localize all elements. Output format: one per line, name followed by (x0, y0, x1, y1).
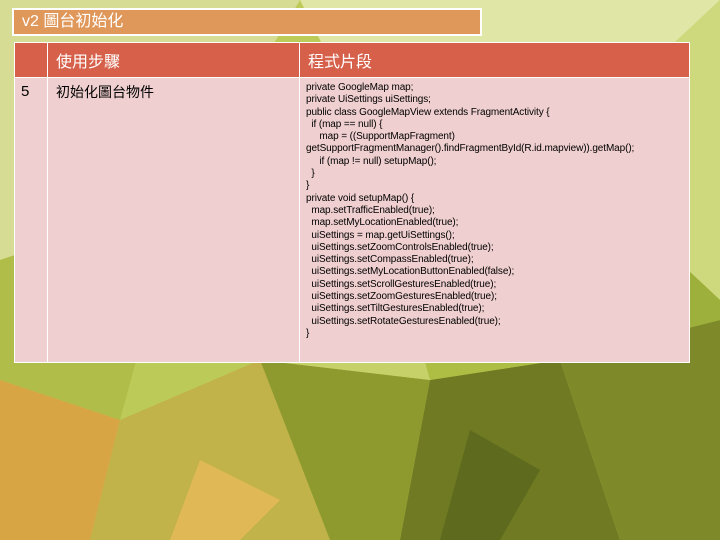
code-line: private GoogleMap map; (306, 82, 414, 93)
code-line: map = ((SupportMapFragment) (306, 131, 455, 143)
code-line: uiSettings = map.getUiSettings(); (306, 229, 455, 241)
code-snippet: private GoogleMap map; private UiSetting… (299, 76, 690, 364)
code-line: uiSettings.setZoomControlsEnabled(true); (306, 241, 494, 253)
code-line: private UiSettings uiSettings; (306, 94, 431, 106)
code-line: uiSettings.setRotateGesturesEnabled(true… (306, 315, 501, 327)
code-line: } (306, 168, 315, 180)
code-line: private void setupMap() { (306, 192, 415, 204)
steps-table: 使用步驟 程式片段 5 初始化圖台物件 private GoogleMap ma… (14, 42, 690, 364)
step-description: 初始化圖台物件 (47, 76, 300, 364)
table-row: 5 初始化圖台物件 private GoogleMap map; private… (14, 76, 690, 364)
code-line: } (306, 327, 310, 339)
step-number: 5 (14, 76, 48, 364)
code-line: uiSettings.setScrollGesturesEnabled(true… (306, 278, 497, 290)
code-line: map.setTrafficEnabled(true); (306, 204, 435, 216)
code-line: map.setMyLocationEnabled(true); (306, 217, 459, 229)
table-header-row: 使用步驟 程式片段 (14, 42, 690, 78)
code-line: public class GoogleMapView extends Fragm… (306, 106, 550, 118)
header-code: 程式片段 (299, 42, 690, 78)
code-line: if (map == null) { (306, 118, 383, 130)
code-line: uiSettings.setMyLocationButtonEnabled(fa… (306, 266, 515, 278)
code-line: uiSettings.setCompassEnabled(true); (306, 254, 474, 266)
header-step: 使用步驟 (47, 42, 300, 78)
code-line: uiSettings.setTiltGesturesEnabled(true); (306, 303, 485, 315)
header-number (14, 42, 48, 78)
code-line: uiSettings.setZoomGesturesEnabled(true); (306, 291, 497, 303)
code-line: } (306, 180, 310, 192)
code-line: getSupportFragmentManager().findFragment… (306, 143, 635, 155)
code-line: if (map != null) setupMap(); (306, 155, 437, 167)
slide-title: v2 圖台初始化 (12, 8, 482, 36)
